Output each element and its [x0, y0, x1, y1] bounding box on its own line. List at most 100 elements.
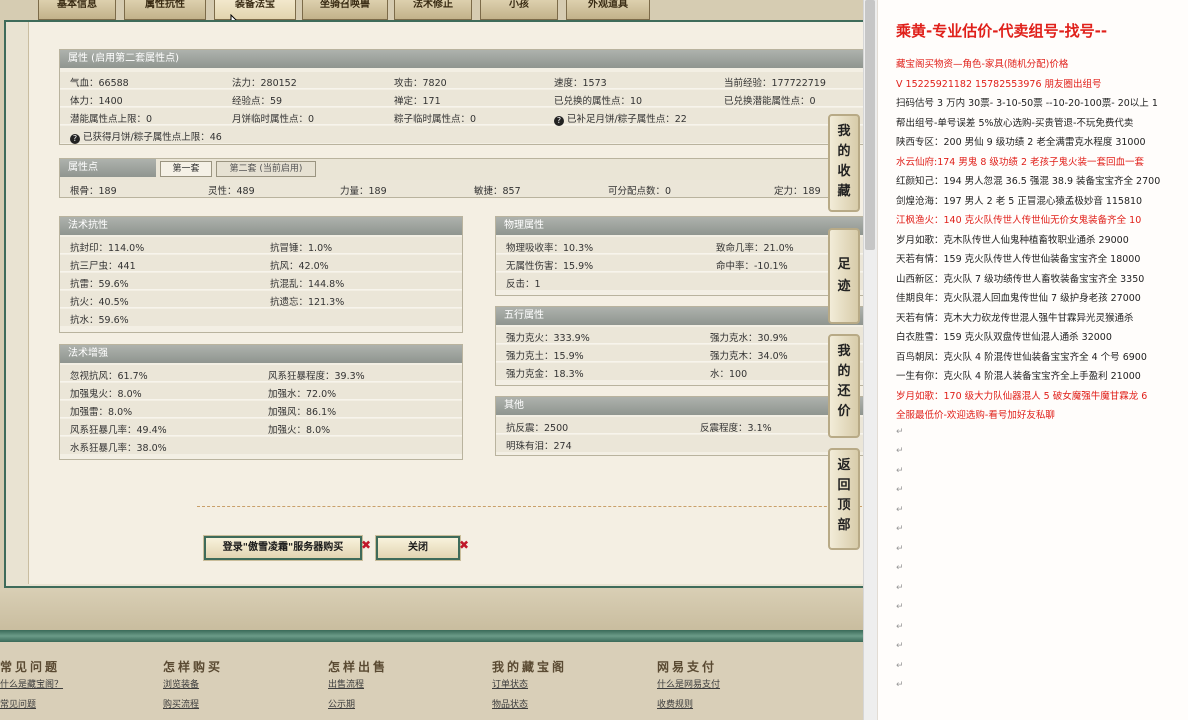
document-line: 扫码估号 3 万内 30票- 3-10-50票 --10-20-100票- 20… — [896, 98, 1158, 109]
spell-resistance-panel: 法术抗性 抗封印：114.0% 抗冒锤：1.0% 抗三尸虫：441 抗风：42.0%… — [59, 216, 463, 333]
other-reflect-degree: 反震程度：3.1% — [700, 423, 772, 434]
tab-mounts-summons[interactable]: 坐骑召唤兽 — [302, 0, 388, 20]
footer-link[interactable]: 公示期 — [328, 698, 388, 718]
attr-filled-points: ? 已补足月饼/粽子属性点：22 — [554, 111, 687, 126]
attr-agility: 敏捷：857 — [474, 186, 521, 197]
attr-free-points: 可分配点数：0 — [608, 186, 672, 197]
table-row: 物理吸收率：10.3% 致命几率：21.0% — [496, 237, 863, 254]
spell-boost-header: 法术增强 — [60, 345, 462, 363]
side-tab-my-offers[interactable]: 我的还价 — [828, 334, 860, 438]
attr-hp: 气血：66588 — [70, 78, 129, 89]
side-tab-favorites[interactable]: 我的收藏 — [828, 114, 860, 212]
side-tab-label: 我的还价 — [837, 344, 851, 419]
help-icon[interactable]: ? — [554, 116, 564, 126]
document-line: 藏宝阁买物资—角色-家具(随机分配)价格 — [896, 59, 1069, 70]
tab-bar: 基本信息 属性抗性 装备法宝 坐骑召唤兽 法术修正 小孩 外观道具 — [0, 0, 863, 33]
cbg-game-panel: 基本信息 属性抗性 装备法宝 坐骑召唤兽 法术修正 小孩 外观道具 属性 (启用… — [0, 0, 863, 720]
table-row: 抗雷：59.6% 抗混乱：144.8% — [60, 273, 462, 290]
footer-link[interactable]: 什么是网易支付 — [657, 678, 720, 698]
attributes-panel: 属性 (启用第二套属性点) 气血：66588 法力：280152 攻击：7820… — [59, 49, 863, 145]
close-icon: ✖ — [361, 538, 372, 552]
document-line: 天若有情：159 克火队传世人传世仙装备宝宝齐全 18000 — [896, 254, 1141, 265]
help-icon[interactable]: ? — [70, 134, 80, 144]
paragraph-mark: ↵ — [896, 465, 904, 476]
footer-link[interactable]: 出售流程 — [328, 678, 388, 698]
footer-heading: 怎样出售 — [328, 660, 389, 674]
spell-resistance-header: 法术抗性 — [60, 217, 462, 235]
side-tab-label: 足迹 — [837, 257, 851, 294]
attr-constitution: 根骨：189 — [70, 186, 117, 197]
scrollbar-thumb[interactable] — [865, 0, 875, 250]
footer-link[interactable]: 浏览装备 — [163, 678, 223, 698]
paragraph-mark: ↵ — [896, 504, 904, 515]
document-line: 江枫渔火：140 克火队传世人传世仙无价女鬼装备齐全 10 — [896, 215, 1142, 226]
phys-counter: 反击：1 — [506, 279, 541, 290]
table-row: 强力克金：18.3% 水：100 — [496, 363, 863, 380]
boost-wind-crit-rate: 风系狂暴几率：49.4% — [70, 425, 167, 436]
attribute-points-panel: 属性点 第一套 第二套 (当前启用) 根骨：189 灵性：489 力量：189 … — [59, 158, 859, 198]
document-line: 白衣胜雪：159 克火队双盘传世仙混人通杀 32000 — [896, 332, 1112, 343]
boost-water: 加强水：72.0% — [268, 389, 337, 400]
paragraph-mark: ↵ — [896, 485, 904, 495]
other-pearl-tears: 明珠有泪：274 — [506, 441, 572, 452]
table-row: 风系狂暴几率：49.4% 加强火：8.0% — [60, 419, 462, 436]
close-icon: ✖ — [459, 538, 470, 552]
back-to-top-button[interactable]: 返回顶部 — [828, 448, 860, 550]
elem-water: 水：100 — [710, 369, 748, 380]
footer-heading: 网易支付 — [657, 660, 718, 674]
phys-true-damage: 无属性伤害：15.9% — [506, 261, 594, 272]
footer-link[interactable]: 什么是藏宝阁？ — [0, 678, 63, 698]
physical-header: 物理属性 — [496, 217, 863, 235]
tab-equipment[interactable]: 装备法宝 — [214, 0, 296, 20]
footer-link[interactable]: 购买流程 — [163, 698, 223, 718]
paragraph-mark: ↵ — [896, 543, 904, 554]
side-tab-footprint[interactable]: 足迹 — [828, 228, 860, 324]
attributes-row: 气血：66588 法力：280152 攻击：7820 速度：1573 当前经验：… — [60, 72, 863, 89]
boost-fire: 加强火：8.0% — [268, 425, 331, 436]
table-row: 抗水：59.6% — [60, 309, 462, 326]
resist-chaos: 抗混乱：144.8% — [270, 279, 345, 290]
elem-vs-fire: 强力克火：333.9% — [506, 333, 590, 344]
paragraph-mark: ↵ — [896, 660, 904, 671]
table-row: 加强鬼火：8.0% 加强水：72.0% — [60, 383, 462, 400]
tab-attributes-resistance[interactable]: 属性抗性 — [124, 0, 206, 20]
attr-exp: 当前经验：177722719 — [724, 78, 826, 89]
footer-link[interactable]: 常见问题 — [0, 698, 63, 718]
table-row: 明珠有泪：274 — [496, 435, 863, 452]
other-panel: 其他 抗反震：2500 反震程度：3.1% 明珠有泪：274 — [495, 396, 863, 456]
paragraph-mark: ↵ — [896, 641, 904, 651]
elem-vs-metal: 强力克金：18.3% — [506, 369, 584, 380]
tab-child[interactable]: 小孩 — [480, 0, 558, 20]
attr-strength: 力量：189 — [340, 186, 387, 197]
side-tab-label: 返回顶部 — [837, 458, 851, 533]
decorative-band — [0, 630, 863, 642]
footer-link[interactable]: 物品状态 — [492, 698, 567, 718]
tab-point-set-1[interactable]: 第一套 — [160, 161, 212, 177]
tab-spell-correction[interactable]: 法术修正 — [394, 0, 472, 20]
close-button[interactable]: 关闭 — [376, 536, 460, 560]
document-line: V 15225921182 15782553976 朋友圈出组号 — [896, 78, 1102, 90]
attributes-note-row: ? 已获得月饼/粽子属性点上限：46 — [60, 126, 863, 144]
attr-points-cap-note: ? 已获得月饼/粽子属性点上限：46 — [70, 129, 222, 144]
boost-water-crit-rate: 水系狂暴几率：38.0% — [70, 443, 167, 454]
footer-link[interactable]: 订单状态 — [492, 678, 567, 698]
table-row: 反击：1 — [496, 273, 863, 290]
elem-vs-earth: 强力克土：15.9% — [506, 351, 584, 362]
tab-appearance-items[interactable]: 外观道具 — [566, 0, 650, 20]
login-server-buy-button[interactable]: 登录"傲雪凌霜"服务器购买 — [204, 536, 362, 560]
tab-basic-info[interactable]: 基本信息 — [38, 0, 116, 20]
tab-point-set-2[interactable]: 第二套 (当前启用) — [216, 161, 316, 177]
attributes-row: 体力：1400 经验点：59 禅定：171 已兑换的属性点：10 已兑换潜能属性… — [60, 90, 863, 107]
table-row: 强力克火：333.9% 强力克水：30.9% — [496, 327, 863, 344]
resist-fire: 抗火：40.5% — [70, 297, 129, 308]
spell-boost-panel: 法术增强 忽视抗风：61.7% 风系狂暴程度：39.3% 加强鬼火：8.0% 加强水… — [59, 344, 463, 460]
attr-potential-cap: 潜能属性点上限：0 — [70, 114, 153, 125]
document-pane: 乘黄-专业估价-代卖组号-找号-- 藏宝阁买物资—角色-家具(随机分配)价格 V … — [877, 0, 1188, 720]
side-tab-label: 我的收藏 — [837, 124, 851, 199]
attr-stamina: 体力：1400 — [70, 96, 123, 107]
footer-link[interactable]: 收费规则 — [657, 698, 720, 718]
attribute-points-header: 属性点 — [60, 159, 156, 177]
table-row: 抗封印：114.0% 抗冒锤：1.0% — [60, 237, 462, 254]
detail-content: 属性 (启用第二套属性点) 气血：66588 法力：280152 攻击：7820… — [28, 22, 863, 584]
five-elements-panel: 五行属性 强力克火：333.9% 强力克水：30.9% 强力克土：15.9% 强力克… — [495, 306, 863, 386]
